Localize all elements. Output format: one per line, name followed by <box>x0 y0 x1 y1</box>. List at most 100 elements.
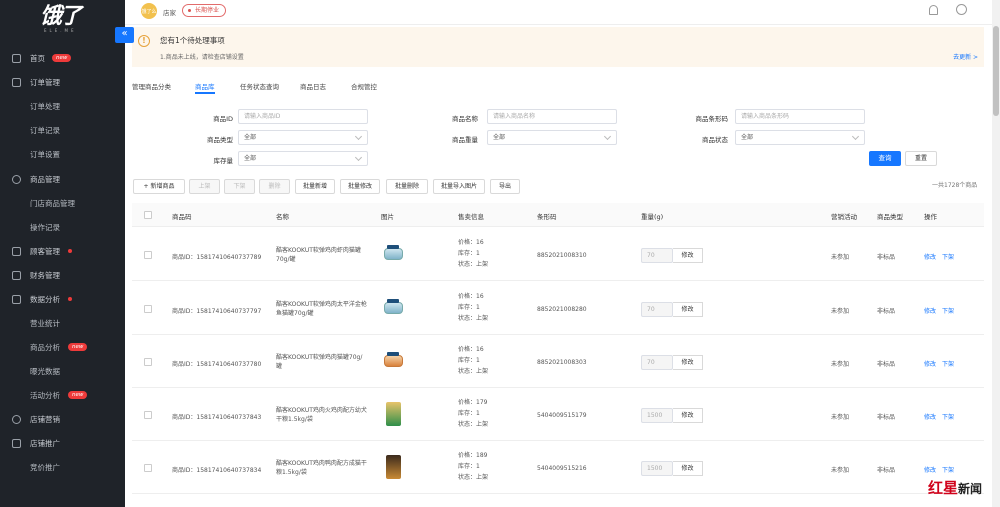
row-offline-link[interactable]: 下架 <box>942 465 954 474</box>
sidebar-item[interactable]: 订单记录 <box>0 120 125 140</box>
tab-goods-library[interactable]: 商品库 <box>195 81 215 94</box>
row-checkbox[interactable] <box>144 464 152 472</box>
tab-goods-log[interactable]: 商品日志 <box>300 81 326 91</box>
store-status-badge[interactable]: 长期停业 <box>182 4 227 17</box>
sidebar-item[interactable]: 商品管理 <box>0 169 125 189</box>
watermark-logo: 红星新闻 <box>928 477 982 498</box>
notice-update-link[interactable]: 去更新 > <box>953 52 978 61</box>
row-edit-link[interactable]: 修改 <box>924 412 936 421</box>
weight-input[interactable]: 70 <box>641 302 673 317</box>
promotion-icon <box>12 438 21 448</box>
filter-weight-select[interactable]: 全部 <box>487 130 617 145</box>
weight-edit-button[interactable]: 修改 <box>673 461 703 476</box>
product-thumbnail[interactable] <box>382 296 404 318</box>
sidebar-item[interactable]: 数据分析 <box>0 289 125 309</box>
sidebar-item[interactable]: 订单设置 <box>0 144 125 164</box>
sidebar-item[interactable]: 商品分析 new <box>0 337 125 357</box>
row-offline-link[interactable]: 下架 <box>942 412 954 421</box>
select-all-checkbox[interactable] <box>144 211 152 219</box>
row-offline-link[interactable]: 下架 <box>942 306 954 315</box>
weight-input[interactable]: 70 <box>641 248 673 263</box>
sidebar-item[interactable]: 首页 new <box>0 48 125 68</box>
weight-input[interactable]: 1500 <box>641 461 673 476</box>
tab-category[interactable]: 管理商品分类 <box>132 81 171 91</box>
new-badge: new <box>68 391 88 399</box>
header-activity: 营销活动 <box>831 213 857 221</box>
filter-id-input[interactable]: 请输入商品ID <box>238 109 368 124</box>
sidebar-item[interactable]: 店铺推广 <box>0 433 125 453</box>
filter-type-select[interactable]: 全部 <box>238 130 368 145</box>
sidebar-item[interactable]: 店铺营销 <box>0 409 125 429</box>
weight-edit-button[interactable]: 修改 <box>673 248 703 263</box>
row-checkbox[interactable] <box>144 251 152 259</box>
sale-info: 价格：16 库存：1 状态：上架 <box>458 237 488 270</box>
row-checkbox[interactable] <box>144 305 152 313</box>
product-code: 商品ID：15817410640737834 <box>172 467 262 474</box>
batch-import-images-button[interactable]: 批量导入图片 <box>433 179 485 194</box>
sidebar-item[interactable]: 操作记录 <box>0 217 125 237</box>
sidebar-item[interactable]: 订单管理 <box>0 72 125 92</box>
sidebar: 饿了 ELE.ME 首页 new 订单管理 订单处理 订单记录 订单设置 商品管理 门店商品管… <box>0 0 125 507</box>
table-row: 商品ID：15817410640737834 酷客KOOKUT鸡肉鸭肉配方成猫干… <box>132 441 984 494</box>
product-thumbnail[interactable] <box>382 455 404 479</box>
sidebar-item-label: 竞价推广 <box>30 462 60 472</box>
sidebar-item[interactable]: 门店商品管理 <box>0 193 125 213</box>
page-scrollbar[interactable] <box>992 0 1000 507</box>
export-button[interactable]: 导出 <box>490 179 520 194</box>
row-edit-link[interactable]: 修改 <box>924 252 936 261</box>
sale-price: 价格：179 <box>458 399 488 406</box>
product-code: 商品ID：15817410640737780 <box>172 361 262 368</box>
product-thumbnail[interactable] <box>382 402 404 426</box>
weight-input[interactable]: 1500 <box>641 408 673 423</box>
sidebar-collapse-button[interactable]: « <box>115 27 134 43</box>
tab-compliance[interactable]: 合规管控 <box>351 81 377 91</box>
add-goods-button[interactable]: + 新增商品 <box>133 179 185 194</box>
sidebar-item-label: 门店商品管理 <box>30 198 75 208</box>
batch-delete-button[interactable]: 批量删除 <box>386 179 428 194</box>
weight-edit-button[interactable]: 修改 <box>673 302 703 317</box>
sidebar-item-label: 营业统计 <box>30 318 60 328</box>
sidebar-item[interactable]: 曝光数据 <box>0 361 125 381</box>
username[interactable]: 店家 <box>163 7 176 17</box>
sidebar-item[interactable]: 竞价推广 <box>0 457 125 477</box>
activity-status: 未参加 <box>831 467 850 474</box>
filter-barcode-input[interactable]: 请输入商品条形码 <box>735 109 865 124</box>
filter-name-input[interactable]: 请输入商品名称 <box>487 109 617 124</box>
avatar[interactable]: 饿了么 <box>141 3 157 19</box>
filter-status-select[interactable]: 全部 <box>735 130 865 145</box>
bell-icon[interactable] <box>929 5 938 15</box>
row-offline-link[interactable]: 下架 <box>942 359 954 368</box>
tab-task-status[interactable]: 任务状态查询 <box>240 81 279 91</box>
row-offline-link[interactable]: 下架 <box>942 252 954 261</box>
sidebar-item[interactable]: 顾客管理 <box>0 241 125 261</box>
user-icon[interactable] <box>956 4 967 15</box>
product-barcode: 5404009515216 <box>537 465 587 472</box>
sale-price: 价格：189 <box>458 452 488 459</box>
sidebar-item[interactable]: 订单处理 <box>0 96 125 116</box>
scroll-thumb[interactable] <box>993 26 999 116</box>
batch-edit-button[interactable]: 批量修改 <box>340 179 380 194</box>
online-button[interactable]: 上架 <box>189 179 220 194</box>
weight-edit-button[interactable]: 修改 <box>673 355 703 370</box>
row-edit-link[interactable]: 修改 <box>924 359 936 368</box>
marketing-icon <box>12 414 21 424</box>
row-edit-link[interactable]: 修改 <box>924 465 936 474</box>
row-checkbox[interactable] <box>144 358 152 366</box>
sidebar-item[interactable]: 营业统计 <box>0 313 125 333</box>
delete-button[interactable]: 删除 <box>259 179 290 194</box>
sidebar-item[interactable]: 财务管理 <box>0 265 125 285</box>
product-can-image <box>384 245 403 260</box>
row-checkbox[interactable] <box>144 411 152 419</box>
filter-stock-select[interactable]: 全部 <box>238 151 368 166</box>
product-thumbnail[interactable] <box>382 242 404 264</box>
sidebar-item[interactable]: 活动分析 new <box>0 385 125 405</box>
product-thumbnail[interactable] <box>382 349 404 371</box>
reset-button[interactable]: 重置 <box>905 151 937 166</box>
offline-button[interactable]: 下架 <box>224 179 255 194</box>
search-button[interactable]: 查询 <box>869 151 901 166</box>
sale-price: 价格：16 <box>458 346 484 353</box>
weight-input[interactable]: 70 <box>641 355 673 370</box>
weight-edit-button[interactable]: 修改 <box>673 408 703 423</box>
row-edit-link[interactable]: 修改 <box>924 306 936 315</box>
batch-add-button[interactable]: 批量新增 <box>295 179 335 194</box>
